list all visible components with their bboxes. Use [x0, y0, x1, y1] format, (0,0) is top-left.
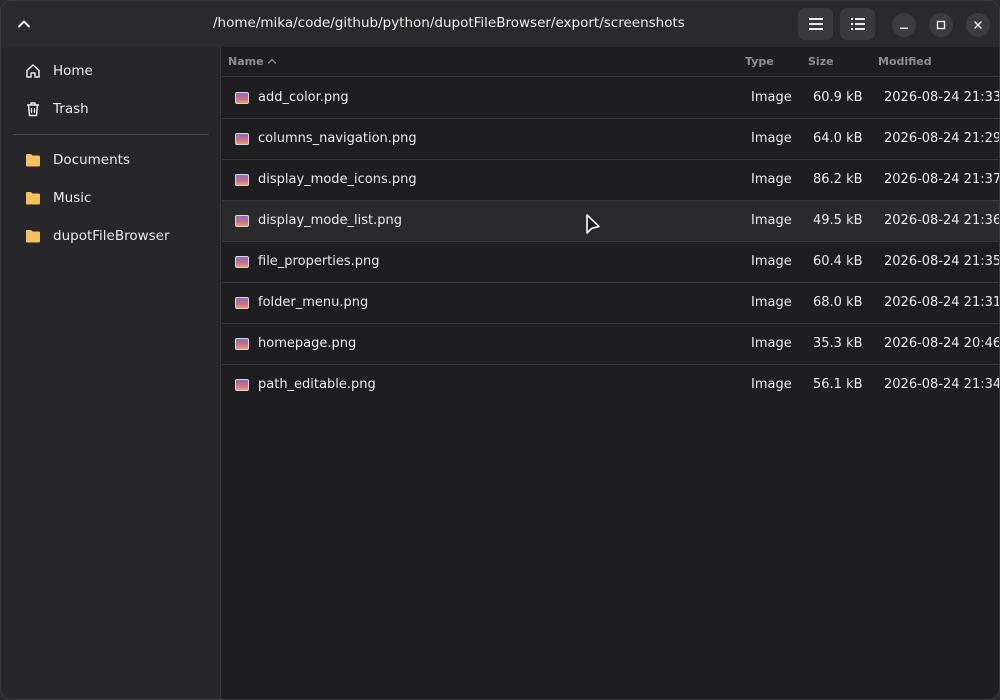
sort-ascending-icon[interactable] [267, 57, 277, 65]
file-size: 56.1 kB [813, 377, 863, 392]
file-size: 60.4 kB [813, 254, 863, 269]
column-modified-header[interactable]: Modified [878, 55, 932, 68]
file-name: folder_menu.png [258, 295, 369, 310]
table-row[interactable]: folder_menu.png Image 68.0 kB 2026-08-24… [222, 283, 1000, 324]
sidebar-item-label: Music [53, 190, 92, 206]
image-file-icon [235, 133, 249, 145]
table-row[interactable]: display_mode_list.png Image 49.5 kB 2026… [222, 201, 1000, 242]
table-row[interactable]: file_properties.png Image 60.4 kB 2026-0… [222, 242, 1000, 283]
path-bar[interactable]: /home/mika/code/github/python/dupotFileB… [213, 15, 685, 31]
image-file-icon [235, 338, 249, 350]
file-name: display_mode_list.png [258, 213, 402, 228]
table-row[interactable]: display_mode_icons.png Image 86.2 kB 202… [222, 160, 1000, 201]
home-icon [13, 63, 53, 79]
file-modified: 2026-08-24 21:37 [884, 172, 1000, 187]
table-row[interactable]: columns_navigation.png Image 64.0 kB 202… [222, 119, 1000, 160]
sidebar-item-dupotfilebrowser[interactable]: dupotFileBrowser [13, 219, 209, 253]
file-browser-window: /home/mika/code/github/python/dupotFileB… [0, 0, 1000, 700]
file-name: display_mode_icons.png [258, 172, 417, 187]
image-file-icon [235, 256, 249, 268]
hamburger-menu-icon [808, 18, 823, 30]
column-header: Name Type Size Modified [222, 47, 999, 77]
file-size: 49.5 kB [813, 213, 863, 228]
file-modified: 2026-08-24 21:29 [884, 131, 1000, 146]
view-list-button[interactable] [798, 8, 833, 40]
file-size: 60.9 kB [813, 90, 863, 105]
file-type: Image [751, 172, 792, 187]
image-file-icon [235, 174, 249, 186]
close-icon [974, 21, 982, 29]
image-file-icon [235, 379, 249, 391]
chevron-up-icon [18, 20, 30, 28]
trash-icon [13, 101, 53, 117]
sidebar-item-label: Trash [53, 101, 89, 117]
file-modified: 2026-08-24 21:34 [884, 377, 1000, 392]
file-type: Image [751, 377, 792, 392]
go-up-button[interactable] [9, 9, 39, 39]
file-modified: 2026-08-24 21:31 [884, 295, 1000, 310]
file-name: file_properties.png [258, 254, 380, 269]
column-size-header[interactable]: Size [808, 55, 834, 68]
file-modified: 2026-08-24 21:36 [884, 213, 1000, 228]
file-type: Image [751, 213, 792, 228]
close-button[interactable] [966, 13, 990, 37]
minimize-button[interactable] [892, 13, 916, 37]
image-file-icon [235, 92, 249, 104]
sidebar-item-label: dupotFileBrowser [53, 228, 170, 244]
sidebar-item-label: Documents [53, 152, 130, 168]
sidebar-item-documents[interactable]: Documents [13, 143, 209, 177]
sidebar-item-home[interactable]: Home [13, 54, 209, 88]
folder-icon [13, 229, 53, 243]
file-type: Image [751, 90, 792, 105]
view-detail-button[interactable] [840, 8, 875, 40]
column-name-header[interactable]: Name [228, 55, 264, 68]
file-modified: 2026-08-24 21:33 [884, 90, 1000, 105]
file-size: 68.0 kB [813, 295, 863, 310]
file-size: 35.3 kB [813, 336, 863, 351]
file-type: Image [751, 336, 792, 351]
file-modified: 2026-08-24 21:35 [884, 254, 1000, 269]
folder-icon [13, 191, 53, 205]
file-type: Image [751, 295, 792, 310]
sidebar-item-music[interactable]: Music [13, 181, 209, 215]
sidebar-item-trash[interactable]: Trash [13, 92, 209, 126]
file-modified: 2026-08-24 20:46 [884, 336, 1000, 351]
folder-icon [13, 153, 53, 167]
table-row[interactable]: add_color.png Image 60.9 kB 2026-08-24 2… [222, 78, 1000, 119]
file-type: Image [751, 254, 792, 269]
file-size: 86.2 kB [813, 172, 863, 187]
table-row[interactable]: homepage.png Image 35.3 kB 2026-08-24 20… [222, 324, 1000, 365]
minimize-icon [900, 27, 908, 29]
mouse-cursor-icon [586, 214, 600, 234]
column-type-header[interactable]: Type [745, 55, 774, 68]
maximize-icon [936, 20, 946, 30]
file-name: homepage.png [258, 336, 357, 351]
file-size: 64.0 kB [813, 131, 863, 146]
file-name: columns_navigation.png [258, 131, 417, 146]
sidebar-divider [13, 134, 209, 135]
sidebar: Home Trash Documents Music dupotFileBrow… [1, 47, 221, 699]
file-list: Name Type Size Modified add_color.png Im… [222, 47, 1000, 699]
list-view-icon [850, 18, 865, 30]
image-file-icon [235, 215, 249, 227]
image-file-icon [235, 297, 249, 309]
table-row[interactable]: path_editable.png Image 56.1 kB 2026-08-… [222, 365, 1000, 406]
header-bar: /home/mika/code/github/python/dupotFileB… [1, 1, 999, 47]
file-name: path_editable.png [258, 377, 376, 392]
file-name: add_color.png [258, 90, 349, 105]
file-type: Image [751, 131, 792, 146]
sidebar-item-label: Home [53, 63, 93, 79]
maximize-button[interactable] [929, 13, 953, 37]
